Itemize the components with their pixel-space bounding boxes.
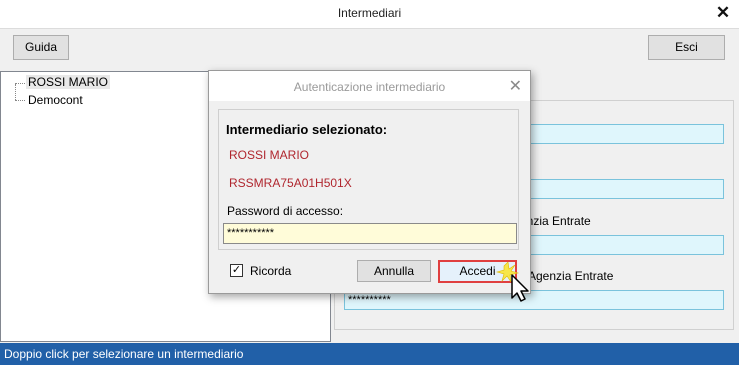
window-titlebar: Intermediari ✕ bbox=[0, 0, 739, 29]
remember-label[interactable]: Ricorda bbox=[250, 264, 291, 278]
window-close-icon[interactable]: ✕ bbox=[715, 3, 731, 23]
dialog-close-icon[interactable]: ✕ bbox=[509, 76, 522, 96]
click-cursor-icon bbox=[496, 262, 529, 302]
selected-fiscal-code: RSSMRA75A01H501X bbox=[229, 176, 352, 190]
window-title: Intermediari bbox=[337, 6, 402, 20]
dialog-titlebar: Autenticazione intermediario ✕ bbox=[209, 71, 530, 101]
remember-checkbox[interactable]: ✓ bbox=[230, 264, 243, 277]
selected-heading: Intermediario selezionato: bbox=[226, 122, 388, 137]
auth-dialog: Autenticazione intermediario ✕ Intermedi… bbox=[208, 70, 531, 294]
dialog-title: Autenticazione intermediario bbox=[293, 80, 446, 94]
guida-button[interactable]: Guida bbox=[13, 35, 69, 60]
selected-name: ROSSI MARIO bbox=[229, 148, 310, 162]
password-input[interactable]: *********** bbox=[223, 223, 517, 244]
esci-button[interactable]: Esci bbox=[648, 35, 725, 60]
tree-connector bbox=[15, 100, 25, 101]
detail-label-agenzia-entrate-2: Agenzia Entrate bbox=[528, 269, 614, 283]
tree-item-democont[interactable]: Democont bbox=[26, 93, 85, 107]
tree-item-rossi-mario[interactable]: ROSSI MARIO bbox=[26, 75, 111, 89]
password-label: Password di accesso: bbox=[227, 204, 344, 218]
annulla-button[interactable]: Annulla bbox=[357, 260, 431, 282]
tree-connector bbox=[15, 83, 25, 84]
tree-connector bbox=[15, 84, 16, 100]
status-bar: Doppio click per selezionare un intermed… bbox=[0, 343, 739, 365]
